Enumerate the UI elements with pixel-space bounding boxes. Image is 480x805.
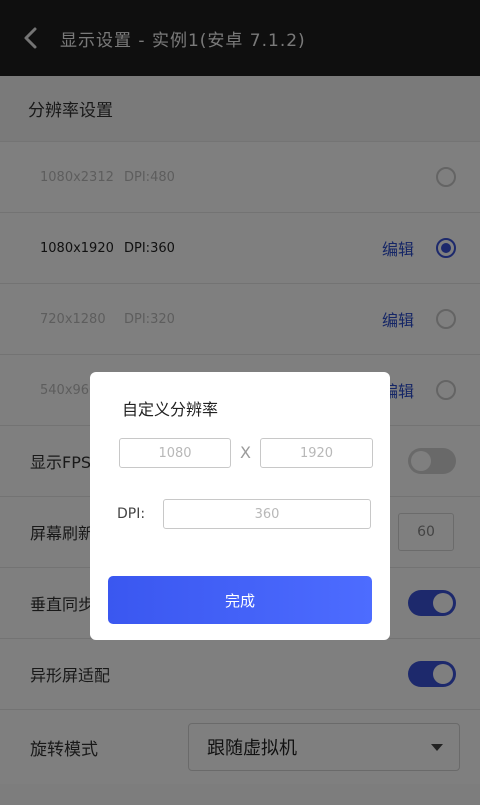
- width-input[interactable]: 1080: [119, 438, 231, 468]
- times-separator: X: [240, 443, 251, 462]
- height-input[interactable]: 1920: [260, 438, 373, 468]
- dpi-label: DPI:: [117, 506, 146, 522]
- done-button[interactable]: 完成: [108, 576, 372, 624]
- custom-resolution-dialog: 自定义分辨率 1080 X 1920 DPI: 360 完成: [90, 372, 390, 640]
- dialog-title: 自定义分辨率: [122, 400, 219, 419]
- dpi-input[interactable]: 360: [163, 499, 371, 529]
